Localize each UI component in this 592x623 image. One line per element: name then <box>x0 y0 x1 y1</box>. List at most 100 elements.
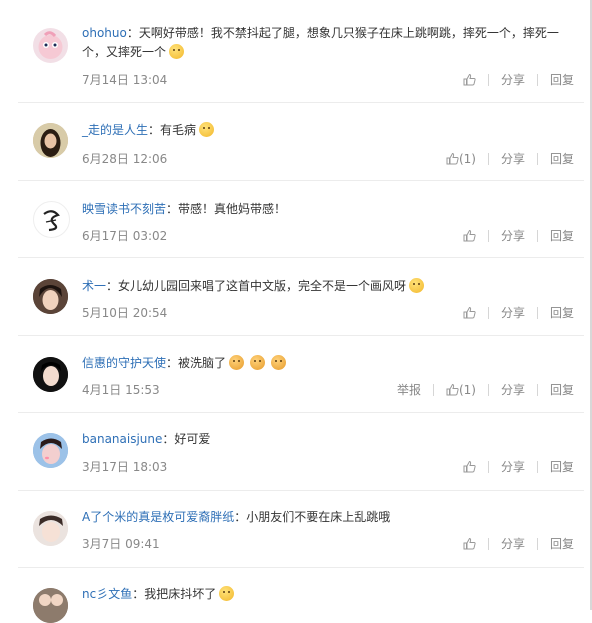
avatar[interactable] <box>33 201 70 238</box>
avatar[interactable] <box>33 433 68 468</box>
comment-text: nc彡文鱼：我把床抖坏了 <box>82 585 582 604</box>
comment-body: 被洗脑了 <box>178 356 227 370</box>
avatar[interactable] <box>33 28 68 63</box>
reply-button[interactable]: 回复 <box>550 150 574 167</box>
colon: ： <box>126 26 139 40</box>
username-link[interactable]: 术一 <box>82 279 106 293</box>
like-button[interactable] <box>463 73 476 86</box>
username-link[interactable]: _走的是人生 <box>82 123 148 137</box>
angry-emoji-icon <box>250 355 266 370</box>
comment-time: 6月17日 03:02 <box>82 229 168 243</box>
comment-text: _走的是人生：有毛病 <box>82 121 582 140</box>
comment-actions: 分享 回复 <box>463 458 574 475</box>
comment-item: 映雪读书不刻苦：带感！真他妈带感！ 6月17日 03:02 分享 回复 <box>0 181 588 258</box>
divider <box>536 537 538 550</box>
comment-text: bananaisjune：好可爱 <box>82 430 582 449</box>
comment-item: nc彡文鱼：我把床抖坏了 <box>0 568 588 623</box>
comment-body: 带感！真他妈带感！ <box>178 202 287 216</box>
comment-time: 5月10日 20:54 <box>82 306 168 320</box>
colon: ： <box>106 279 119 293</box>
share-button[interactable]: 分享 <box>501 535 525 552</box>
reply-button[interactable]: 回复 <box>550 535 574 552</box>
comment-text: 映雪读书不刻苦：带感！真他妈带感！ <box>82 200 582 219</box>
thumbs-up-icon <box>463 306 476 319</box>
divider <box>536 383 538 396</box>
avatar[interactable] <box>33 357 68 392</box>
report-button[interactable]: 举报 <box>397 381 421 398</box>
comment-body: 小朋友们不要在床上乱跳哦 <box>246 510 391 524</box>
divider <box>487 229 489 242</box>
divider <box>536 152 538 165</box>
like-button[interactable] <box>463 229 476 242</box>
divider <box>487 152 489 165</box>
reply-button[interactable]: 回复 <box>550 381 574 398</box>
angry-emoji-icon <box>271 355 287 370</box>
thumbs-up-icon <box>463 460 476 473</box>
like-button[interactable]: (1) <box>446 383 476 397</box>
avatar[interactable] <box>33 511 68 546</box>
divider <box>536 229 538 242</box>
comment-time: 3月7日 09:41 <box>82 537 160 551</box>
divider <box>536 460 538 473</box>
comment-text: A了个米的真是枚可爱裔胖纸：小朋友们不要在床上乱跳哦 <box>82 508 582 527</box>
like-button[interactable] <box>463 460 476 473</box>
comment-time: 3月17日 18:03 <box>82 460 168 474</box>
comment-item: _走的是人生：有毛病 6月28日 12:06 (1) 分享 回复 <box>0 103 588 181</box>
colon: ： <box>166 356 179 370</box>
username-link[interactable]: nc彡文鱼 <box>82 587 132 601</box>
share-button[interactable]: 分享 <box>501 227 525 244</box>
colon: ： <box>162 432 175 446</box>
thumbs-up-icon <box>446 152 459 165</box>
username-link[interactable]: bananaisjune <box>82 432 162 446</box>
comment-body: 有毛病 <box>160 123 197 137</box>
username-link[interactable]: 映雪读书不刻苦 <box>82 202 166 216</box>
colon: ： <box>148 123 161 137</box>
like-button[interactable] <box>463 537 476 550</box>
like-button[interactable] <box>463 306 476 319</box>
comment-item: bananaisjune：好可爱 3月17日 18:03 分享 回复 <box>0 413 588 491</box>
like-button[interactable]: (1) <box>446 152 476 166</box>
avatar[interactable] <box>33 123 68 158</box>
comment-body: 女儿幼儿园回来唱了这首中文版，完全不是一个画风呀 <box>118 279 407 293</box>
thumbs-up-icon <box>446 383 459 396</box>
comment-body: 天啊好带感！我不禁抖起了腿，想象几只猴子在床上跳啊跳，摔死一个，摔死一个，又摔死… <box>82 26 559 59</box>
angry-emoji-icon <box>229 355 245 370</box>
share-button[interactable]: 分享 <box>501 304 525 321</box>
comment-item: ohohuo：天啊好带感！我不禁抖起了腿，想象几只猴子在床上跳啊跳，摔死一个，摔… <box>0 0 588 103</box>
reply-button[interactable]: 回复 <box>550 458 574 475</box>
comment-actions: 分享 回复 <box>463 304 574 321</box>
reply-button[interactable]: 回复 <box>550 304 574 321</box>
reply-button[interactable]: 回复 <box>550 227 574 244</box>
divider <box>536 306 538 319</box>
divider <box>487 460 489 473</box>
comment-actions: 分享 回复 <box>463 227 574 244</box>
share-button[interactable]: 分享 <box>501 381 525 398</box>
username-link[interactable]: A了个米的真是枚可爱裔胖纸 <box>82 510 234 524</box>
share-button[interactable]: 分享 <box>501 150 525 167</box>
divider <box>536 73 538 86</box>
reply-button[interactable]: 回复 <box>550 71 574 88</box>
username-link[interactable]: ohohuo <box>82 26 127 40</box>
like-count: (1) <box>458 151 476 166</box>
comment-time: 4月1日 15:53 <box>82 383 160 397</box>
share-button[interactable]: 分享 <box>501 458 525 475</box>
comment-text: 信惠的守护天使：被洗脑了 <box>82 354 582 373</box>
surprised-emoji-icon <box>199 122 215 137</box>
avatar[interactable] <box>33 279 68 314</box>
thumbs-up-icon <box>463 73 476 86</box>
comment-actions: 举报 (1) 分享 回复 <box>397 381 574 398</box>
comment-time: 7月14日 13:04 <box>82 73 168 87</box>
divider <box>432 383 434 396</box>
tongue-emoji-icon <box>409 278 425 293</box>
comment-text: 术一：女儿幼儿园回来唱了这首中文版，完全不是一个画风呀 <box>82 277 582 296</box>
divider <box>487 73 489 86</box>
comment-actions: 分享 回复 <box>463 71 574 88</box>
comment-item: 术一：女儿幼儿园回来唱了这首中文版，完全不是一个画风呀 5月10日 20:54 … <box>0 258 588 336</box>
comment-actions: (1) 分享 回复 <box>446 150 574 167</box>
comment-text: ohohuo：天啊好带感！我不禁抖起了腿，想象几只猴子在床上跳啊跳，摔死一个，摔… <box>82 24 582 62</box>
username-link[interactable]: 信惠的守护天使 <box>82 356 166 370</box>
avatar[interactable] <box>33 588 68 623</box>
laugh-emoji-icon <box>169 44 185 59</box>
share-button[interactable]: 分享 <box>501 71 525 88</box>
divider <box>487 537 489 550</box>
